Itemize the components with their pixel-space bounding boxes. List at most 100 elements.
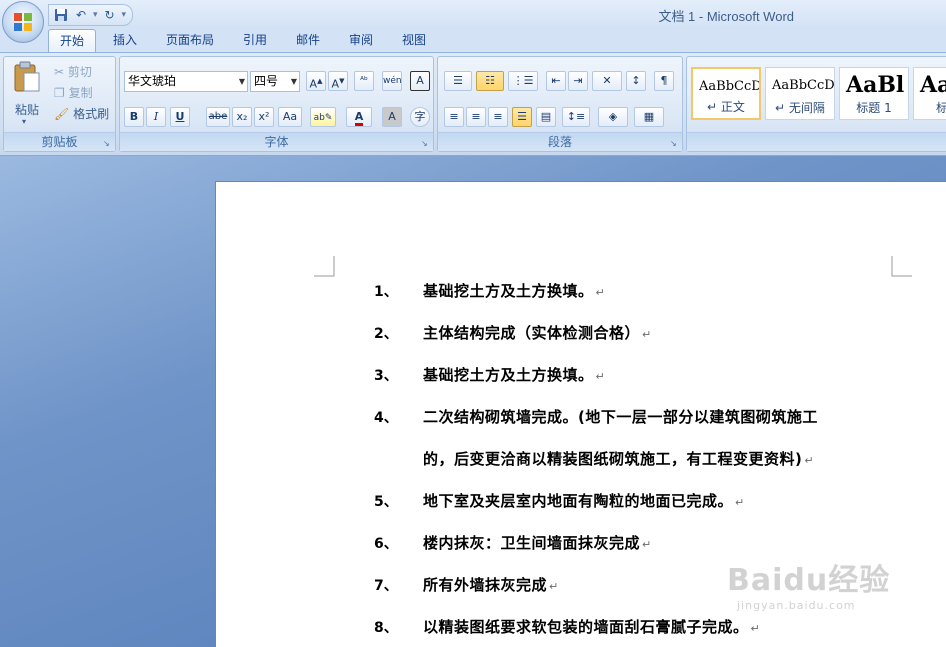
multilevel-list-button[interactable]: ⋮☰ (508, 71, 538, 91)
justify-icon: ☰ (517, 110, 527, 123)
font-dialog-launcher-icon[interactable]: ↘ (421, 139, 430, 148)
copy-button[interactable]: ❐ 复制 (54, 83, 93, 103)
shading-button[interactable]: ◈ (598, 107, 628, 127)
cut-button[interactable]: ✂ 剪切 (54, 62, 92, 82)
borders-button[interactable]: ▦ (634, 107, 664, 127)
style-title[interactable]: AaE 标题 (913, 67, 946, 120)
list-item-line: 所有外墙抹灰完成 (423, 576, 548, 594)
character-shading-button[interactable]: A (382, 107, 402, 127)
list-item-text[interactable]: 楼内抹灰：卫生间墙面抹灰完成 ↵ (423, 532, 652, 553)
style-normal[interactable]: AaBbCcDd ↵ 正文 (691, 67, 761, 120)
tab-insert[interactable]: 插入 (103, 29, 147, 52)
clipboard-dialog-launcher-icon[interactable]: ↘ (103, 139, 112, 148)
tab-references[interactable]: 引用 (233, 29, 277, 52)
highlight-button[interactable]: ab✎ (310, 107, 336, 127)
font-family-select[interactable]: 华文琥珀 ▼ (124, 71, 248, 92)
font-color-button[interactable]: A (346, 107, 372, 127)
list-item-text[interactable]: 地下室及夹层室内地面有陶粒的地面已完成。 ↵ (423, 490, 745, 511)
paragraph-mark-icon: ↵ (549, 580, 559, 593)
font-family-value: 华文琥珀 (128, 74, 177, 88)
style-heading-1[interactable]: AaBl 标题 1 (839, 67, 909, 120)
show-hide-marks-button[interactable]: ¶ (654, 71, 674, 91)
format-painter-button[interactable]: 🖌 格式刷 (54, 104, 109, 124)
justify-button[interactable]: ☰ (512, 107, 532, 127)
tab-home[interactable]: 开始 (48, 29, 96, 52)
increase-indent-button[interactable]: ⇥ (568, 71, 588, 91)
chevron-down-icon: ▼ (290, 77, 297, 86)
align-left-icon: ≡ (449, 110, 459, 123)
style-no-spacing[interactable]: AaBbCcDd ↵ 无间隔 (765, 67, 835, 120)
tab-review[interactable]: 审阅 (339, 29, 383, 52)
list-item-line: 以精装图纸要求软包装的墙面刮石膏腻子完成。 (423, 618, 749, 636)
list-item-number: 3、 (374, 368, 398, 384)
align-left-button[interactable]: ≡ (444, 107, 464, 127)
sort-button[interactable]: ↕ (626, 71, 646, 91)
numbering-button[interactable]: ☷ (476, 71, 504, 91)
list-item-text[interactable]: 的，后变更洽商以精装图纸砌筑施工，有工程变更资料) ↵ (423, 448, 814, 469)
list-item-number: 7、 (374, 578, 398, 594)
align-center-button[interactable]: ≡ (466, 107, 486, 127)
strikethrough-button[interactable]: abe (206, 107, 230, 127)
list-item-line: 基础挖土方及土方换填。 (423, 366, 594, 384)
italic-button[interactable]: I (146, 107, 166, 127)
clear-formatting-button[interactable]: ᴬᵇ (354, 71, 374, 91)
paragraph-group-label: 段落 (438, 132, 682, 151)
bullets-button[interactable]: ☰ (444, 71, 472, 91)
list-item-text[interactable]: 基础挖土方及土方换填。 ↵ (423, 364, 605, 385)
font-group-label: 字体 (120, 132, 433, 151)
phonetic-guide-button[interactable]: wén (382, 71, 402, 91)
font-color-letter: A (354, 110, 364, 126)
list-item-number: 1、 (374, 284, 398, 300)
subscript-button[interactable]: x₂ (232, 107, 252, 127)
font-size-select[interactable]: 四号 ▼ (250, 71, 300, 92)
style-sample: AaBl (846, 72, 905, 98)
paragraph-dialog-launcher-icon[interactable]: ↘ (670, 139, 679, 148)
list-item-number: 2、 (374, 326, 398, 342)
bold-button[interactable]: B (124, 107, 144, 127)
character-border-button[interactable]: A (410, 71, 430, 91)
list-item-text[interactable]: 以精装图纸要求软包装的墙面刮石膏腻子完成。 ↵ (423, 616, 760, 637)
style-name: 标题 (914, 99, 946, 116)
paragraph-mark-icon: ↵ (642, 538, 652, 551)
paragraph-group: ☰ ☷ ⋮☰ ⇤ ⇥ ✕ ↕ ¶ ≡ ≡ ≡ ☰ ▤ ↕≡ ◈ ▦ 段落 ↘ (437, 56, 683, 152)
change-case-button[interactable]: Aa (278, 107, 302, 127)
decrease-indent-button[interactable]: ⇤ (546, 71, 566, 91)
tab-view[interactable]: 视图 (392, 29, 436, 52)
distributed-button[interactable]: ▤ (536, 107, 556, 127)
enclose-characters-button[interactable]: 字 (410, 107, 430, 127)
list-item-line: 基础挖土方及土方换填。 (423, 282, 594, 300)
underline-button[interactable]: U (170, 107, 190, 127)
style-name: ↵ 正文 (707, 100, 745, 114)
list-item-text[interactable]: 二次结构砌筑墙完成。(地下一层一部分以建筑图砌筑施工 (423, 406, 818, 427)
style-sample: AaE (920, 72, 946, 98)
numbering-icon: ☷ (485, 74, 495, 87)
list-item-line: 地下室及夹层室内地面有陶粒的地面已完成。 (423, 492, 734, 510)
list-item-text[interactable]: 所有外墙抹灰完成 ↵ (423, 574, 559, 595)
font-group: 华文琥珀 ▼ 四号 ▼ A▲ A▼ ᴬᵇ wén A B I U abe x₂ … (119, 56, 434, 152)
office-logo-icon (14, 13, 32, 31)
borders-icon: ▦ (643, 110, 655, 123)
paragraph-mark-icon: ↵ (595, 370, 606, 383)
styles-group-label (687, 132, 946, 151)
list-item-text[interactable]: 基础挖土方及土方换填。 ↵ (423, 280, 605, 301)
tab-page-layout[interactable]: 页面布局 (158, 29, 222, 52)
shrink-font-button[interactable]: A▼ (328, 71, 348, 91)
copy-icon: ❐ (54, 86, 65, 100)
grow-font-button[interactable]: A▲ (306, 71, 326, 91)
list-item-text[interactable]: 主体结构完成（实体检测合格） ↵ (423, 322, 652, 343)
title-bar: ↶ ▾ ↻ ▾ 文档 1 - Microsoft Word (0, 0, 946, 28)
tab-mailings[interactable]: 邮件 (286, 29, 330, 52)
list-item-line: 主体结构完成（实体检测合格） (423, 324, 641, 342)
line-spacing-button[interactable]: ↕≡ (562, 107, 590, 127)
align-right-button[interactable]: ≡ (488, 107, 508, 127)
list-item-number: 5、 (374, 494, 398, 510)
superscript-button[interactable]: x² (254, 107, 274, 127)
paste-dropdown-icon[interactable]: ▾ (22, 117, 26, 126)
clipboard-group-label: 剪贴板 (4, 132, 115, 151)
window-title: 文档 1 - Microsoft Word (658, 9, 794, 24)
paragraph-mark-icon: ↵ (750, 622, 761, 635)
office-button[interactable] (2, 1, 44, 43)
chinese-layout-button[interactable]: ✕ (592, 71, 622, 91)
paste-button[interactable]: 粘贴 ▾ (10, 61, 44, 129)
list-item-line: 楼内抹灰：卫生间墙面抹灰完成 (423, 534, 641, 552)
